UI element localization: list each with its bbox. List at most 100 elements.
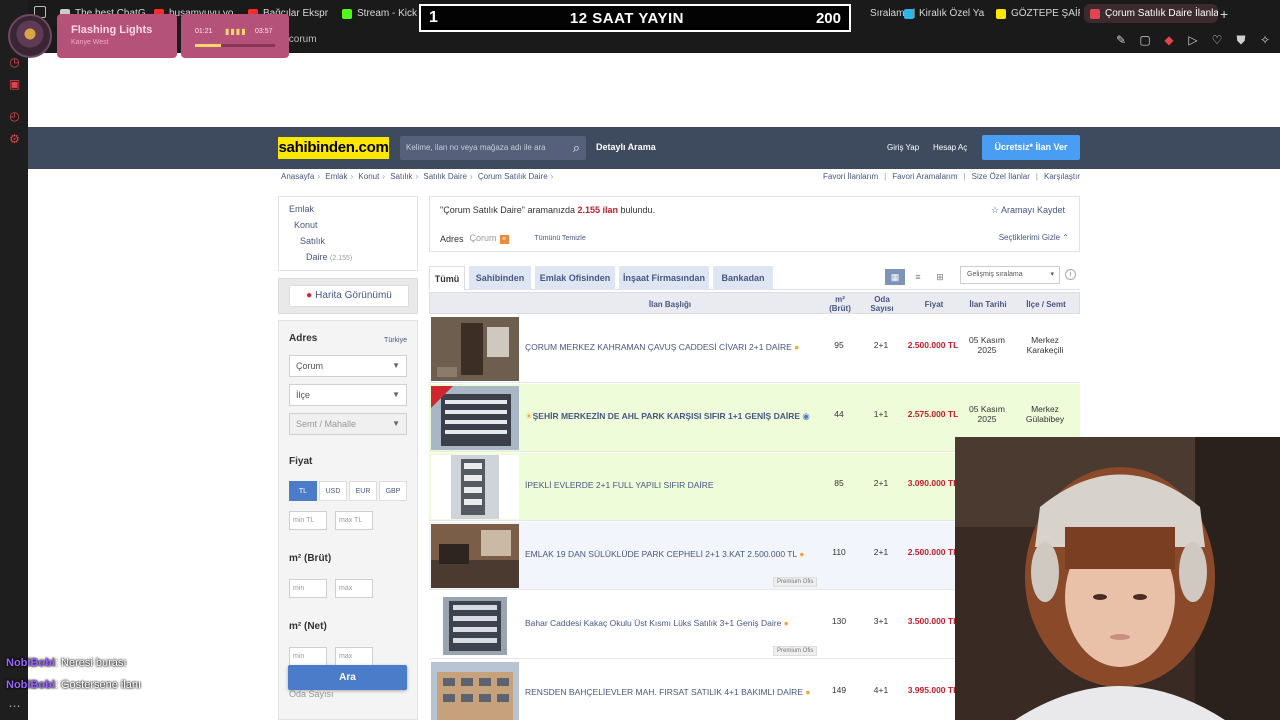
tab-owner[interactable]: Sahibinden — [469, 266, 531, 290]
listing-title[interactable]: ☀ŞEHİR MERKEZİN DE AHL PARK KARŞISI SIFI… — [525, 411, 810, 422]
col-title[interactable]: İlan Başlığı — [522, 293, 818, 315]
category-satilik[interactable]: Satılık — [289, 235, 417, 251]
more-icon[interactable]: ⋯ — [8, 700, 21, 713]
listing-title[interactable]: RENSDEN BAHÇELİEVLER MAH. FIRSAT SATILIK… — [525, 687, 811, 697]
currency-tl-button[interactable]: TL — [289, 481, 317, 501]
col-rooms[interactable]: Oda Sayısı — [862, 293, 902, 315]
breadcrumb-item[interactable]: Anasayfa — [281, 172, 314, 181]
settings-icon[interactable]: ⚙ — [8, 133, 21, 146]
sort-select[interactable]: Gelişmiş sıralama ▾ — [960, 266, 1060, 284]
tab-builder[interactable]: İnşaat Firmasından — [619, 266, 709, 290]
applied-filters: Adres Çorum × Tümünü Temizle — [440, 233, 586, 244]
m2-gross-max-input[interactable]: max — [335, 579, 373, 598]
screenshot-icon[interactable]: ▢ — [1138, 33, 1152, 48]
currency-usd-button[interactable]: USD — [319, 481, 347, 501]
save-search-button[interactable]: ☆ Aramayı Kaydet — [991, 205, 1065, 216]
tab-all[interactable]: Tümü — [429, 266, 465, 290]
register-link[interactable]: Hesap Aç — [933, 143, 967, 152]
currency-eur-button[interactable]: EUR — [349, 481, 377, 501]
listing-title[interactable]: EMLAK 19 DAN SÜLÜKLÜDE PARK CEPHELİ 2+1 … — [525, 549, 804, 559]
city-select[interactable]: Çorum ▼ — [289, 355, 407, 377]
listing-thumbnail[interactable] — [431, 662, 519, 720]
table-view-icon[interactable]: ▦ — [885, 269, 905, 285]
m2-gross-min-input[interactable]: min — [289, 579, 327, 598]
for-you-link[interactable]: Size Özel İlanlar — [972, 172, 1030, 181]
m2-net-min-input[interactable]: min — [289, 647, 327, 666]
favorite-searches-link[interactable]: Favori Aramalarım — [892, 172, 957, 181]
tab-9[interactable]: GÖZTEPE ŞAİR — [996, 4, 1080, 23]
district-select[interactable]: İlçe ▼ — [289, 384, 407, 406]
grid-view-icon[interactable]: ⊞ — [930, 269, 950, 285]
listing-thumbnail[interactable] — [431, 386, 519, 450]
tab-agency[interactable]: Emlak Ofisinden — [535, 266, 615, 290]
listing-thumbnail[interactable] — [431, 524, 519, 588]
tab-8[interactable]: Kiralık Özel Ya — [904, 4, 994, 23]
new-tab-button[interactable]: + — [1220, 4, 1234, 23]
site-search-input[interactable]: Kelime, ilan no veya mağaza adı ile ara … — [400, 136, 586, 160]
applied-filter-chip[interactable]: Çorum × — [470, 233, 509, 244]
favorite-listings-link[interactable]: Favori İlanlarım — [823, 172, 878, 181]
equalizer-icon: ▮▮▮▮ — [225, 27, 247, 36]
neighborhood-select[interactable]: Semt / Mahalle ▼ — [289, 413, 407, 435]
map-view-button[interactable]: ● Harita Görünümü — [289, 285, 409, 307]
heart-icon[interactable]: ♡ — [1210, 33, 1224, 48]
results-summary: "Çorum Satılık Daire" aramanızda 2.155 i… — [429, 196, 1080, 252]
table-row[interactable]: ÇORUM MERKEZ KAHRAMAN ÇAVUŞ CADDESİ CİVA… — [429, 315, 1080, 383]
clock-icon[interactable]: ◴ — [8, 110, 21, 123]
url-text[interactable]: /corum — [286, 34, 317, 45]
category-emlak[interactable]: Emlak — [289, 203, 417, 219]
currency-gbp-button[interactable]: GBP — [379, 481, 407, 501]
compare-link[interactable]: Karşılaştır — [1044, 172, 1080, 181]
min-price-input[interactable]: min TL — [289, 511, 327, 530]
listing-title[interactable]: ÇORUM MERKEZ KAHRAMAN ÇAVUŞ CADDESİ CİVA… — [525, 342, 799, 352]
country-link[interactable]: Türkiye — [384, 337, 407, 344]
list-view-icon[interactable]: ≡ — [908, 269, 928, 285]
neighborhood-value: Semt / Mahalle — [296, 419, 357, 429]
m2-net-title: m² (Net) — [289, 621, 327, 632]
breadcrumb-item[interactable]: Emlak — [325, 172, 347, 181]
col-price[interactable]: Fiyat — [904, 293, 964, 315]
remove-filter-icon[interactable]: × — [499, 235, 509, 244]
post-ad-button[interactable]: Ücretsiz* İlan Ver — [982, 135, 1080, 160]
link-separator: | — [884, 172, 887, 181]
category-konut[interactable]: Konut — [289, 219, 417, 235]
clear-all-link[interactable]: Tümünü Temizle — [535, 235, 586, 242]
tab-active[interactable]: Çorum Satılık Daire İlanla — [1084, 4, 1218, 23]
site-logo[interactable]: sahibinden.com — [278, 137, 389, 159]
col-date[interactable]: İlan Tarihi — [964, 293, 1012, 315]
shield-icon[interactable]: ◆ — [1162, 33, 1176, 48]
bag-icon[interactable]: ▣ — [8, 78, 21, 91]
max-price-input[interactable]: max TL — [335, 511, 373, 530]
hide-selected-link[interactable]: Seçtiklerimi Gizle ⌃ — [999, 233, 1069, 242]
adblock-icon[interactable]: ⛊ — [1234, 33, 1248, 48]
listing-thumbnail[interactable] — [431, 593, 519, 657]
m2-net-max-input[interactable]: max — [335, 647, 373, 666]
listing-thumbnail[interactable] — [431, 455, 519, 519]
search-icon[interactable]: ⌕ — [573, 140, 580, 156]
detailed-search-link[interactable]: Detaylı Arama — [596, 142, 656, 152]
history-icon[interactable]: ◷ — [8, 56, 21, 69]
breadcrumb-item[interactable]: Satılık Daire — [423, 172, 467, 181]
listing-title[interactable]: İPEKLİ EVLERDE 2+1 FULL YAPILI SIFIR DAİ… — [525, 480, 714, 490]
breadcrumb-item[interactable]: Satılık — [390, 172, 412, 181]
play-icon[interactable]: ▷ — [1186, 33, 1200, 48]
breadcrumb-item[interactable]: Konut — [358, 172, 379, 181]
search-submit-button[interactable]: Ara — [288, 665, 407, 690]
login-link[interactable]: Giriş Yap — [887, 143, 919, 152]
col-m2[interactable]: m² (Brüt) — [822, 293, 858, 315]
now-playing-progress: 01:21 ▮▮▮▮ 03:57 — [181, 14, 289, 58]
tab-bank[interactable]: Bankadan — [713, 266, 773, 290]
listing-m2: 110 — [832, 547, 846, 557]
listing-title[interactable]: Bahar Caddesi Kakaç Okulu Üst Kısmı Lüks… — [525, 618, 789, 628]
col-district[interactable]: İlçe / Semt — [1014, 293, 1078, 315]
breadcrumb-separator: › — [317, 172, 321, 181]
info-icon[interactable]: i — [1065, 269, 1076, 280]
breadcrumb-item[interactable]: Çorum Satılık Daire — [478, 172, 548, 181]
extensions-icon[interactable]: ✧ — [1258, 33, 1272, 48]
category-daire[interactable]: Daire (2.155) — [289, 251, 417, 267]
streamer-avatar — [8, 14, 52, 58]
tab-favicon-icon — [1090, 8, 1100, 19]
pin-icon[interactable]: ✎ — [1114, 33, 1128, 48]
stream-counter-left: 1 — [429, 9, 438, 26]
listing-thumbnail[interactable] — [431, 317, 519, 381]
